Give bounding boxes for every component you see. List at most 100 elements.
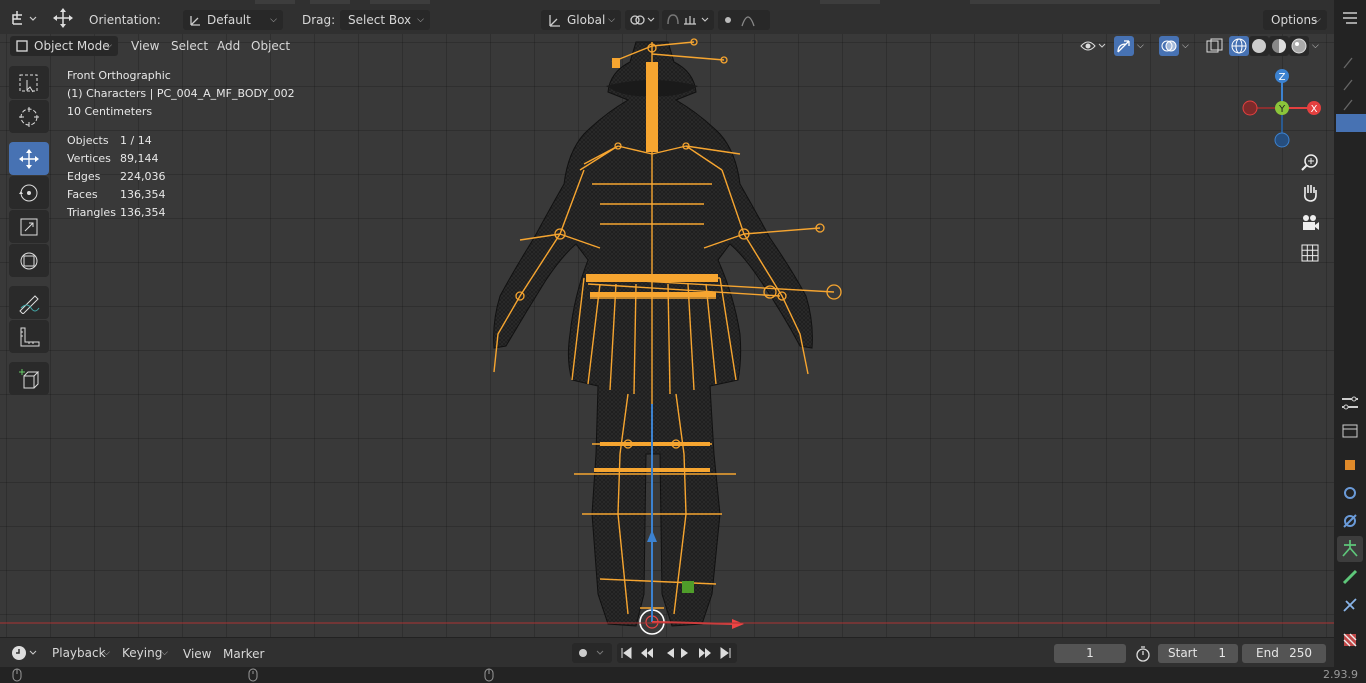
select-box-tool[interactable] <box>9 66 49 99</box>
light-object-marker[interactable] <box>682 581 694 593</box>
orientation-icon <box>190 16 200 26</box>
neg-x-axis-handle[interactable] <box>1242 100 1258 116</box>
bone-properties-icon[interactable] <box>1334 567 1366 589</box>
grid-scale: 10 Centimeters <box>67 105 153 118</box>
wireframe-shading-button[interactable] <box>1229 36 1249 56</box>
view-name: Front Orthographic <box>67 69 171 82</box>
snap-dropdown[interactable] <box>662 10 714 30</box>
end-frame-field[interactable]: End 250 <box>1242 644 1326 663</box>
keying-menu[interactable]: Keying ⌵ <box>114 643 174 663</box>
editor-type-button[interactable] <box>8 7 40 29</box>
texture-properties-icon[interactable] <box>1334 630 1366 652</box>
add-menu[interactable]: Add <box>217 38 240 54</box>
workspace-tab-strip[interactable] <box>370 0 430 4</box>
render-properties-icon[interactable] <box>1334 420 1366 442</box>
playback-label: Playback <box>52 646 106 660</box>
playback-buttons-icon[interactable] <box>617 643 737 663</box>
properties-tab-strip <box>1334 0 1366 683</box>
workspace-tab-strip[interactable] <box>820 0 880 4</box>
xray-icon <box>1206 38 1223 53</box>
orientation-label: Orientation: <box>89 13 161 27</box>
drag-label: Drag: <box>302 13 336 27</box>
outliner-collapsed-rows[interactable] <box>1338 52 1360 118</box>
snap-icon <box>667 14 709 25</box>
start-frame-field[interactable]: Start 1 <box>1158 644 1238 663</box>
pivot-dropdown[interactable] <box>625 10 659 30</box>
proportional-edit-dropdown[interactable] <box>718 10 770 30</box>
measure-tool-icon <box>20 327 40 347</box>
visibility-dropdown[interactable] <box>1078 36 1108 58</box>
orientation-dropdown[interactable]: Default ⌵ <box>183 10 283 30</box>
timeline-view-menu[interactable]: View <box>183 647 211 661</box>
chevron-down-icon: ⌵ <box>105 41 112 51</box>
workspace-tab-strip[interactable] <box>970 0 1160 4</box>
transform-tool[interactable] <box>9 244 49 277</box>
timeline-editor-type-button[interactable] <box>8 643 40 663</box>
chevron-down-icon[interactable]: ⌵ <box>1137 38 1144 54</box>
options-dropdown[interactable]: Options ⌵ <box>1263 10 1327 30</box>
stopwatch-icon[interactable] <box>1134 645 1152 663</box>
object-properties-icon[interactable] <box>1334 455 1366 477</box>
rotate-tool-icon <box>19 184 38 202</box>
orientation-value: Default <box>207 13 251 27</box>
workspace-tab-strip[interactable] <box>310 0 350 4</box>
measure-tool[interactable] <box>9 320 49 353</box>
material-sphere-icon <box>1272 39 1286 53</box>
armature-data-tab[interactable] <box>1337 536 1363 562</box>
rotate-tool[interactable] <box>9 176 49 209</box>
mode-dropdown[interactable]: Object Mode ⌵ <box>10 36 118 56</box>
mouse-left-icon <box>12 668 22 682</box>
transform-orientation-dropdown[interactable]: Global ⌵ <box>541 10 621 30</box>
constraint-properties-icon[interactable] <box>1334 595 1366 617</box>
camera-view-button[interactable] <box>1297 210 1323 236</box>
scale-tool[interactable] <box>9 210 49 243</box>
clock-icon <box>12 646 37 660</box>
proportional-icon <box>725 16 755 27</box>
object-menu[interactable]: Object <box>251 38 290 54</box>
modifier-properties-icon[interactable] <box>1334 483 1366 505</box>
workspace-tab-strip[interactable] <box>255 0 295 4</box>
pan-button[interactable] <box>1297 180 1323 206</box>
solid-shading-button[interactable] <box>1249 36 1269 56</box>
outliner-editor-icon[interactable] <box>1334 5 1366 35</box>
eye-icon <box>1080 41 1106 51</box>
mouse-right-icon <box>484 668 494 682</box>
ortho-toggle-button[interactable] <box>1297 240 1323 266</box>
drag-value: Select Box <box>348 13 412 27</box>
timeline-header: Playback ⌵ Keying ⌵ View Marker 1 Start … <box>0 637 1334 667</box>
neg-z-axis-handle[interactable] <box>1274 132 1290 148</box>
chevron-down-icon[interactable]: ⌵ <box>1182 38 1189 54</box>
chevron-down-icon[interactable]: ⌵ <box>1312 38 1319 54</box>
annotate-tool-icon <box>19 295 40 314</box>
drag-dropdown[interactable]: Select Box ⌵ <box>340 10 430 30</box>
zoom-button[interactable] <box>1297 150 1323 176</box>
3d-viewport[interactable]: Front Orthographic (1) Characters | PC_0… <box>0 34 1334 637</box>
navigation-gizmo[interactable]: Z X Y <box>1237 64 1327 154</box>
select-box-tool-icon <box>19 74 38 93</box>
chevron-down-icon: ⌵ <box>161 648 168 658</box>
chevron-down-icon: ⌵ <box>608 15 615 25</box>
playback-menu[interactable]: Playback ⌵ <box>44 643 116 663</box>
physics-properties-icon[interactable] <box>1334 511 1366 533</box>
move-tool[interactable] <box>9 142 49 175</box>
material-shading-button[interactable] <box>1269 36 1289 56</box>
solid-sphere-icon <box>1252 39 1266 53</box>
auto-keying-toggle[interactable] <box>572 643 612 663</box>
view-menu[interactable]: View <box>131 38 159 54</box>
start-value: 1 <box>1218 646 1226 660</box>
current-frame-field[interactable]: 1 <box>1054 644 1126 663</box>
cursor-tool[interactable] <box>9 100 49 133</box>
annotate-tool[interactable] <box>9 286 49 319</box>
gizmo-toggle[interactable] <box>1114 36 1134 56</box>
xray-toggle[interactable] <box>1204 36 1224 56</box>
z-axis-label: Z <box>1279 72 1286 83</box>
add-cube-tool[interactable] <box>9 362 49 395</box>
editor-type-icon <box>12 11 37 25</box>
select-menu[interactable]: Select <box>171 38 208 54</box>
move-tool-header-button[interactable] <box>50 7 76 29</box>
tool-properties-icon[interactable] <box>1334 392 1366 414</box>
marker-menu[interactable]: Marker <box>223 647 264 661</box>
overlays-toggle[interactable] <box>1159 36 1179 56</box>
selected-outliner-row[interactable] <box>1336 114 1366 132</box>
rendered-shading-button[interactable] <box>1289 36 1309 56</box>
